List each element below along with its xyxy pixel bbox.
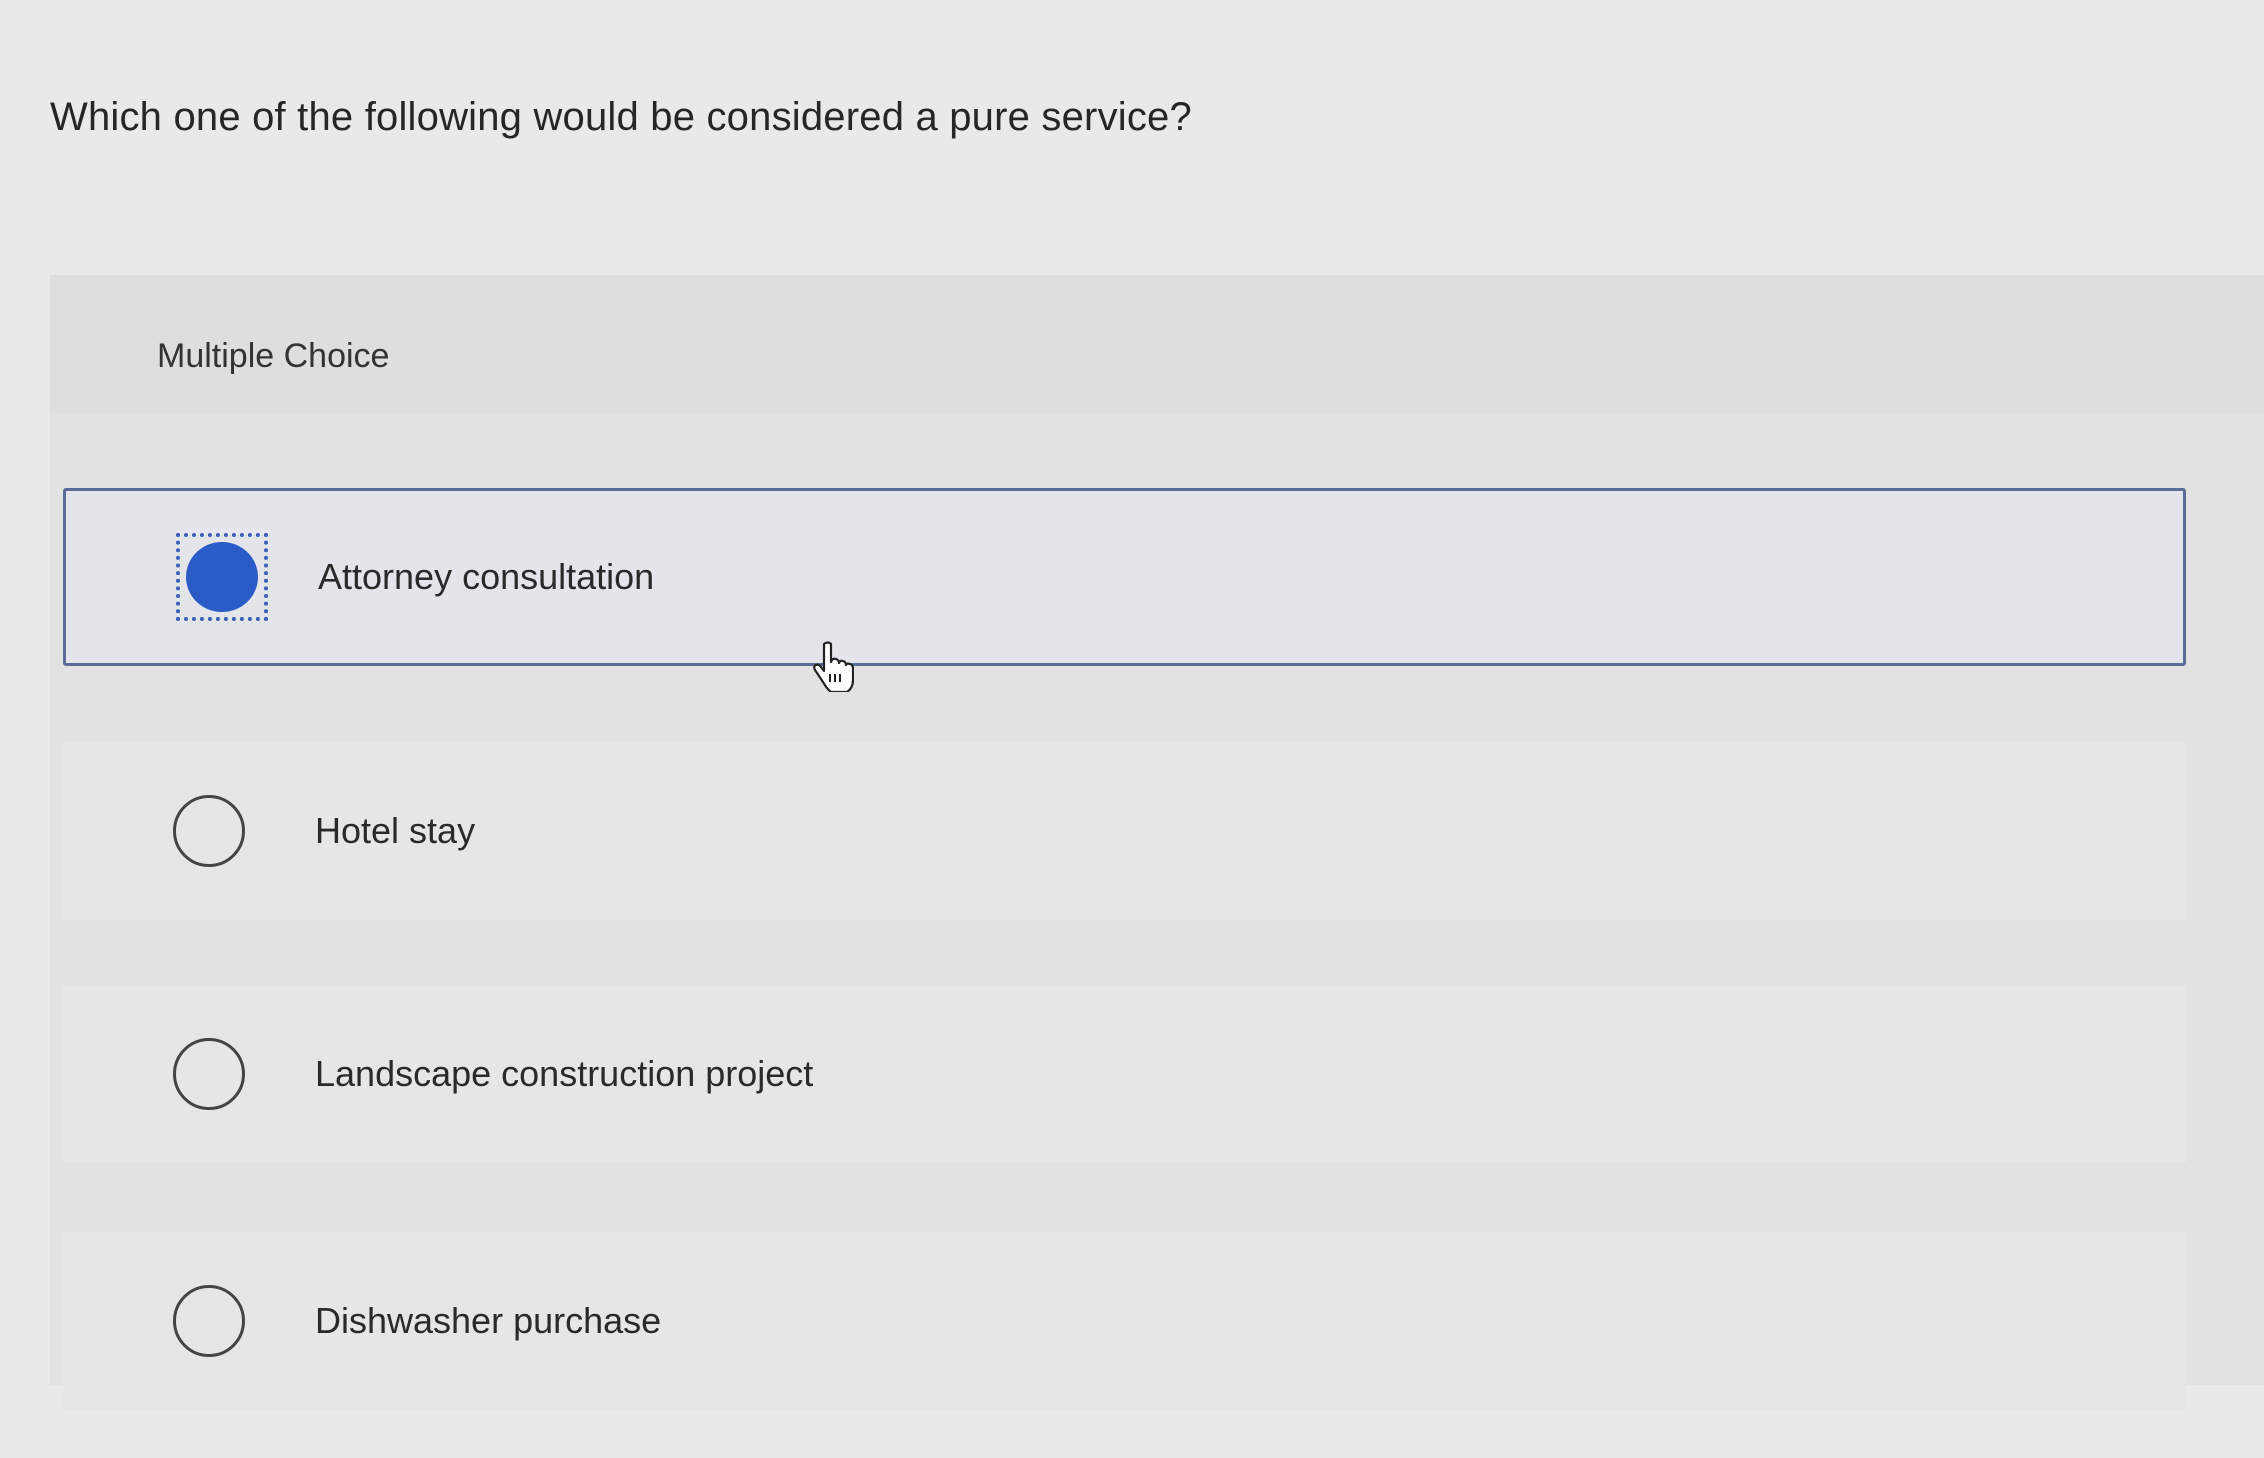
option-landscape-construction-project[interactable]: Landscape construction project bbox=[63, 985, 2186, 1163]
multiple-choice-header: Multiple Choice bbox=[50, 275, 2264, 415]
option-label: Attorney consultation bbox=[318, 556, 655, 597]
radio-button[interactable] bbox=[173, 1285, 245, 1357]
radio-button-selected[interactable] bbox=[176, 533, 268, 621]
hand-pointer-icon bbox=[813, 641, 854, 692]
multiple-choice-label: Multiple Choice bbox=[157, 337, 390, 375]
option-hotel-stay[interactable]: Hotel stay bbox=[63, 742, 2186, 920]
option-label: Hotel stay bbox=[315, 810, 476, 851]
radio-selected-dot-icon bbox=[186, 542, 258, 612]
question-text: Which one of the following would be cons… bbox=[50, 95, 1192, 139]
option-label: Landscape construction project bbox=[315, 1053, 814, 1094]
option-label: Dishwasher purchase bbox=[315, 1300, 662, 1341]
radio-button[interactable] bbox=[173, 795, 245, 867]
radio-button[interactable] bbox=[173, 1038, 245, 1110]
option-attorney-consultation[interactable]: Attorney consultation bbox=[63, 488, 2186, 666]
option-dishwasher-purchase[interactable]: Dishwasher purchase bbox=[63, 1232, 2186, 1410]
